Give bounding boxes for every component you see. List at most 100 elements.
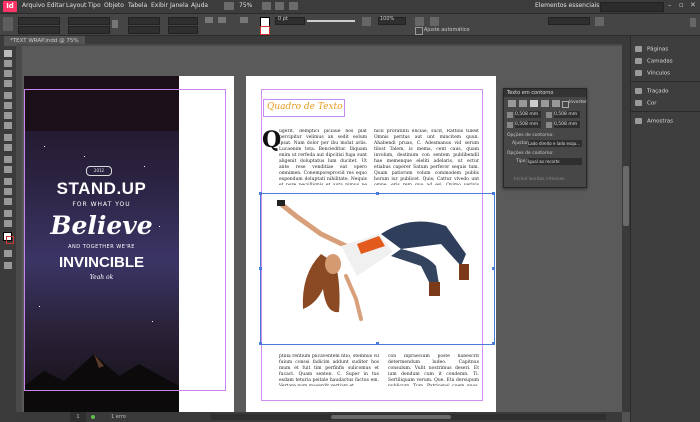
screen-mode-tool-icon[interactable] bbox=[4, 262, 12, 269]
stroke-swatch-icon[interactable] bbox=[260, 26, 270, 35]
frame-handle[interactable] bbox=[376, 342, 379, 345]
flip-horizontal-icon[interactable] bbox=[218, 17, 226, 23]
wrap-bounding-box-icon[interactable] bbox=[519, 100, 527, 107]
frame-handle[interactable] bbox=[259, 342, 262, 345]
scale-x-field[interactable] bbox=[128, 17, 160, 25]
scissors-tool-icon[interactable] bbox=[4, 156, 12, 163]
quick-apply-icon[interactable] bbox=[595, 17, 604, 26]
close-icon[interactable]: ✕ bbox=[690, 1, 696, 9]
left-page[interactable]: 2012 STAND.UP FOR WHAT YOU Believe AND T… bbox=[24, 76, 234, 412]
menu-editar[interactable]: Editar bbox=[47, 2, 65, 9]
workspace-switcher[interactable]: Elementos essenciais bbox=[535, 2, 599, 9]
right-page[interactable]: Quadro de Texto Q ugerit, demptici picia… bbox=[246, 76, 496, 412]
control-panel-menu-icon[interactable] bbox=[690, 18, 696, 27]
view-options-icon[interactable] bbox=[262, 2, 271, 10]
jump-object-icon[interactable] bbox=[541, 100, 549, 107]
hand-tool-icon[interactable] bbox=[4, 210, 12, 217]
type-tool-icon[interactable] bbox=[4, 92, 12, 99]
zoom-level[interactable]: 75% bbox=[239, 2, 252, 9]
horizontal-scroll-thumb[interactable] bbox=[331, 415, 451, 419]
menu-tabela[interactable]: Tabela bbox=[128, 2, 147, 9]
zoom-tool-icon[interactable] bbox=[4, 220, 12, 227]
frame-handle[interactable] bbox=[376, 192, 379, 195]
direct-selection-tool-icon[interactable] bbox=[4, 60, 12, 67]
width-field[interactable] bbox=[68, 17, 110, 25]
preflight-errors[interactable]: 1 erro bbox=[111, 412, 126, 422]
arrange-documents-icon[interactable] bbox=[289, 2, 298, 10]
menu-tipo[interactable]: Tipo bbox=[88, 2, 101, 9]
link-icon[interactable] bbox=[112, 20, 118, 28]
title-frame[interactable]: Quadro de Texto bbox=[263, 99, 345, 117]
invert-checkbox[interactable] bbox=[562, 101, 569, 108]
wrap-object-shape-icon[interactable] bbox=[530, 100, 538, 107]
panel-swatches[interactable]: Amostras bbox=[635, 118, 673, 125]
reference-point-icon[interactable] bbox=[3, 17, 13, 31]
panel-stroke[interactable]: Traçado bbox=[635, 88, 668, 95]
vertical-scrollbar[interactable] bbox=[622, 46, 630, 412]
selection-tool-icon[interactable] bbox=[4, 50, 12, 57]
menu-objeto[interactable]: Objeto bbox=[104, 2, 124, 9]
effects-icon[interactable] bbox=[362, 17, 371, 26]
bridge-icon[interactable] bbox=[224, 2, 234, 10]
jump-next-column-icon[interactable] bbox=[552, 100, 560, 107]
select-container-icon[interactable] bbox=[240, 17, 248, 23]
image-frame[interactable] bbox=[259, 192, 495, 345]
x-field[interactable] bbox=[18, 17, 60, 25]
column-1-bottom[interactable]: ptilla rentium plicaventem ntio, stemnus… bbox=[279, 354, 379, 386]
gap-tool-icon[interactable] bbox=[4, 80, 12, 87]
rectangle-frame-tool-icon[interactable] bbox=[4, 134, 12, 141]
minimize-icon[interactable]: – bbox=[668, 1, 672, 9]
shear-field[interactable] bbox=[168, 26, 198, 34]
vertical-scroll-thumb[interactable] bbox=[623, 166, 629, 226]
panel-links[interactable]: Vínculos bbox=[635, 70, 670, 77]
column-2-top[interactable]: hicil proratinti eliciae, sucit, Rattius… bbox=[374, 129, 479, 185]
fit-content-icon[interactable] bbox=[430, 17, 439, 26]
page-tool-icon[interactable] bbox=[4, 70, 12, 77]
frame-handle[interactable] bbox=[492, 267, 495, 270]
preflight-status-icon[interactable] bbox=[91, 415, 95, 419]
rectangle-tool-icon[interactable] bbox=[4, 144, 12, 151]
contour-type-dropdown[interactable]: Igual ao recorte bbox=[528, 158, 582, 165]
object-style-dropdown[interactable] bbox=[548, 17, 590, 25]
offset-right-field[interactable]: 0,508 mm bbox=[554, 121, 580, 128]
rotate-cw-icon[interactable] bbox=[205, 17, 213, 23]
search-input[interactable] bbox=[600, 2, 664, 12]
apply-color-icon[interactable] bbox=[4, 250, 12, 257]
no-wrap-icon[interactable] bbox=[508, 100, 516, 107]
frame-handle[interactable] bbox=[259, 192, 262, 195]
auto-fit-checkbox[interactable] bbox=[415, 27, 423, 35]
menu-arquivo[interactable]: Arquivo bbox=[22, 2, 45, 9]
page-number-field[interactable]: 1 bbox=[70, 412, 86, 422]
offset-left-field[interactable]: 0,508 mm bbox=[554, 111, 580, 118]
rotate-field[interactable] bbox=[168, 17, 198, 25]
offset-bottom-field[interactable]: 0,508 mm bbox=[515, 121, 541, 128]
pencil-tool-icon[interactable] bbox=[4, 122, 12, 129]
maximize-icon[interactable]: ▫ bbox=[679, 1, 684, 9]
height-field[interactable] bbox=[68, 26, 110, 34]
menu-ajuda[interactable]: Ajuda bbox=[191, 2, 208, 9]
include-inside-edges-checkbox[interactable]: Incluir bordas internas bbox=[514, 177, 564, 182]
screen-mode-icon[interactable] bbox=[275, 2, 284, 10]
text-wrap-icon[interactable] bbox=[415, 17, 424, 26]
column-1-top[interactable]: ugerit, demptici piciaue nos plat percip… bbox=[279, 129, 367, 185]
frame-handle[interactable] bbox=[492, 192, 495, 195]
pen-tool-icon[interactable] bbox=[4, 112, 12, 119]
eyedropper-tool-icon[interactable] bbox=[4, 198, 12, 205]
menu-layout[interactable]: Layout bbox=[66, 2, 86, 9]
y-field[interactable] bbox=[18, 26, 60, 34]
panel-pages[interactable]: Páginas bbox=[635, 46, 668, 53]
wrap-to-dropdown[interactable]: Lado direito e lado esqu... bbox=[528, 140, 582, 147]
gradient-tool-icon[interactable] bbox=[4, 178, 12, 185]
free-transform-tool-icon[interactable] bbox=[4, 166, 12, 173]
panel-layers[interactable]: Camadas bbox=[635, 58, 673, 65]
line-tool-icon[interactable] bbox=[4, 102, 12, 109]
menu-exibir[interactable]: Exibir bbox=[151, 2, 168, 9]
offset-top-field[interactable]: 0,508 mm bbox=[515, 111, 541, 118]
column-2-bottom[interactable]: con inpraecium poste habescrit determend… bbox=[388, 354, 479, 386]
frame-handle[interactable] bbox=[492, 342, 495, 345]
stroke-type-dropdown[interactable] bbox=[307, 20, 355, 22]
scale-y-field[interactable] bbox=[128, 26, 160, 34]
horizontal-scrollbar[interactable] bbox=[211, 414, 606, 420]
stroke-color-icon[interactable] bbox=[6, 236, 14, 244]
panel-color[interactable]: Cor bbox=[635, 100, 656, 107]
